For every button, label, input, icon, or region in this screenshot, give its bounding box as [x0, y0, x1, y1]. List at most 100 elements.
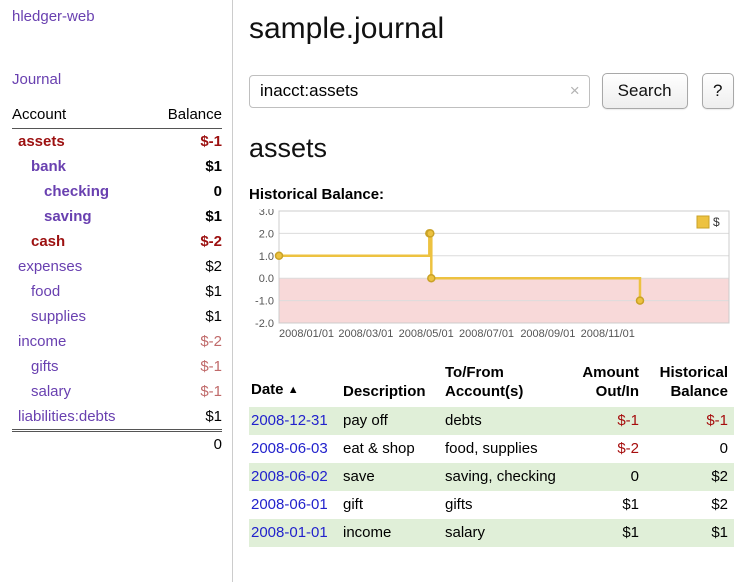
- sidebar-account-food[interactable]: food: [12, 282, 60, 301]
- table-row: 2008-06-03 eat & shop food, supplies $-2…: [249, 435, 734, 463]
- account-balance: $1: [205, 207, 222, 226]
- column-header-description: Description: [343, 361, 445, 407]
- column-header-amount-line2: Out/In: [596, 383, 639, 400]
- sidebar: hledger-web Journal Account Balance asse…: [0, 0, 233, 582]
- page-title: sample.journal: [249, 12, 734, 46]
- account-row: checking 0: [12, 179, 222, 204]
- account-page-title: assets: [249, 133, 734, 164]
- transaction-description: gift: [343, 491, 445, 519]
- account-row: saving $1: [12, 204, 222, 229]
- svg-text:3.0: 3.0: [259, 209, 274, 218]
- transaction-amount: $1: [563, 491, 645, 519]
- column-header-balance: Historical Balance: [645, 361, 734, 407]
- column-header-accounts-line2: Account(s): [445, 383, 523, 400]
- column-header-accounts-line1: To/From: [445, 364, 504, 381]
- account-balance: $-1: [200, 357, 222, 376]
- account-row: assets $-1: [12, 129, 222, 154]
- account-row: liabilities:debts $1: [12, 404, 222, 429]
- account-balance: $2: [205, 257, 222, 276]
- accounts-total-row: 0: [12, 429, 222, 457]
- search-button[interactable]: Search: [602, 73, 688, 109]
- transaction-date-link[interactable]: 2008-06-03: [251, 440, 328, 457]
- clear-search-icon[interactable]: ×: [570, 81, 580, 101]
- account-row: food $1: [12, 279, 222, 304]
- accounts-header-account: Account: [12, 106, 66, 123]
- sidebar-account-supplies[interactable]: supplies: [12, 307, 86, 326]
- transaction-accounts: salary: [445, 519, 563, 547]
- column-header-amount: Amount Out/In: [563, 361, 645, 407]
- account-row: salary $-1: [12, 379, 222, 404]
- column-header-date-label: Date: [251, 381, 284, 398]
- transaction-balance: 0: [645, 435, 734, 463]
- sort-asc-icon: ▲: [288, 384, 299, 396]
- account-balance: 0: [214, 182, 222, 201]
- transaction-accounts: debts: [445, 407, 563, 435]
- svg-text:2008/09/01: 2008/09/01: [520, 328, 575, 340]
- account-row: income $-2: [12, 329, 222, 354]
- svg-text:2008/07/01: 2008/07/01: [459, 328, 514, 340]
- sidebar-account-assets[interactable]: assets: [12, 132, 65, 151]
- transaction-date-link[interactable]: 2008-06-02: [251, 468, 328, 485]
- transaction-accounts: gifts: [445, 491, 563, 519]
- historical-balance-chart: $3.02.01.00.0-1.0-2.02008/01/012008/03/0…: [249, 209, 733, 341]
- account-row: supplies $1: [12, 304, 222, 329]
- transaction-description: pay off: [343, 407, 445, 435]
- search-form: × Search ?: [249, 73, 734, 109]
- transaction-description: eat & shop: [343, 435, 445, 463]
- svg-text:$: $: [713, 215, 720, 229]
- account-balance: $-2: [200, 332, 222, 351]
- account-balance: $1: [205, 157, 222, 176]
- sidebar-account-gifts[interactable]: gifts: [12, 357, 59, 376]
- transaction-amount: $1: [563, 519, 645, 547]
- column-header-date[interactable]: Date ▲: [249, 361, 343, 407]
- accounts-header: Account Balance: [12, 104, 222, 129]
- svg-text:1.0: 1.0: [259, 251, 274, 263]
- svg-text:-2.0: -2.0: [255, 318, 274, 330]
- table-row: 2008-06-01 gift gifts $1 $2: [249, 491, 734, 519]
- register-header-row: Date ▲ Description To/From Account(s) Am…: [249, 361, 734, 407]
- app-title-link[interactable]: hledger-web: [12, 8, 222, 25]
- transaction-balance: $-1: [645, 407, 734, 435]
- transaction-accounts: food, supplies: [445, 435, 563, 463]
- transaction-amount: $-2: [563, 435, 645, 463]
- help-button[interactable]: ?: [702, 73, 734, 109]
- sidebar-account-liabilities-debts[interactable]: liabilities:debts: [12, 407, 116, 426]
- sidebar-account-bank[interactable]: bank: [12, 157, 66, 176]
- svg-text:2008/11/01: 2008/11/01: [581, 328, 635, 340]
- account-balance: $1: [205, 307, 222, 326]
- transaction-date-link[interactable]: 2008-12-31: [251, 412, 328, 429]
- account-balance: $-1: [200, 132, 222, 151]
- account-balance: $1: [205, 407, 222, 426]
- transaction-date-link[interactable]: 2008-01-01: [251, 524, 328, 541]
- sidebar-account-salary[interactable]: salary: [12, 382, 71, 401]
- svg-text:2008/05/01: 2008/05/01: [399, 328, 454, 340]
- transaction-amount: $-1: [563, 407, 645, 435]
- account-row: expenses $2: [12, 254, 222, 279]
- transaction-amount: 0: [563, 463, 645, 491]
- sidebar-account-expenses[interactable]: expenses: [12, 257, 82, 276]
- accounts-total-balance: 0: [214, 436, 222, 453]
- transaction-date-link[interactable]: 2008-06-01: [251, 496, 328, 513]
- svg-text:2008/01/01: 2008/01/01: [279, 328, 334, 340]
- table-row: 2008-01-01 income salary $1 $1: [249, 519, 734, 547]
- transaction-balance: $2: [645, 463, 734, 491]
- sidebar-item-journal[interactable]: Journal: [12, 71, 222, 88]
- register-table: Date ▲ Description To/From Account(s) Am…: [249, 361, 734, 547]
- account-balance: $1: [205, 282, 222, 301]
- svg-text:2.0: 2.0: [259, 228, 274, 240]
- sidebar-account-checking[interactable]: checking: [12, 182, 109, 201]
- account-balance: $-1: [200, 382, 222, 401]
- sidebar-account-income[interactable]: income: [12, 332, 66, 351]
- account-row: gifts $-1: [12, 354, 222, 379]
- search-input-wrap: ×: [249, 75, 590, 108]
- account-row: bank $1: [12, 154, 222, 179]
- search-input[interactable]: [249, 75, 590, 108]
- account-row: cash $-2: [12, 229, 222, 254]
- table-row: 2008-06-02 save saving, checking 0 $2: [249, 463, 734, 491]
- sidebar-account-saving[interactable]: saving: [12, 207, 92, 226]
- transaction-description: income: [343, 519, 445, 547]
- main-content: sample.journal × Search ? assets Histori…: [234, 0, 742, 547]
- column-header-balance-line1: Historical: [660, 364, 728, 381]
- transaction-balance: $1: [645, 519, 734, 547]
- sidebar-account-cash[interactable]: cash: [12, 232, 65, 251]
